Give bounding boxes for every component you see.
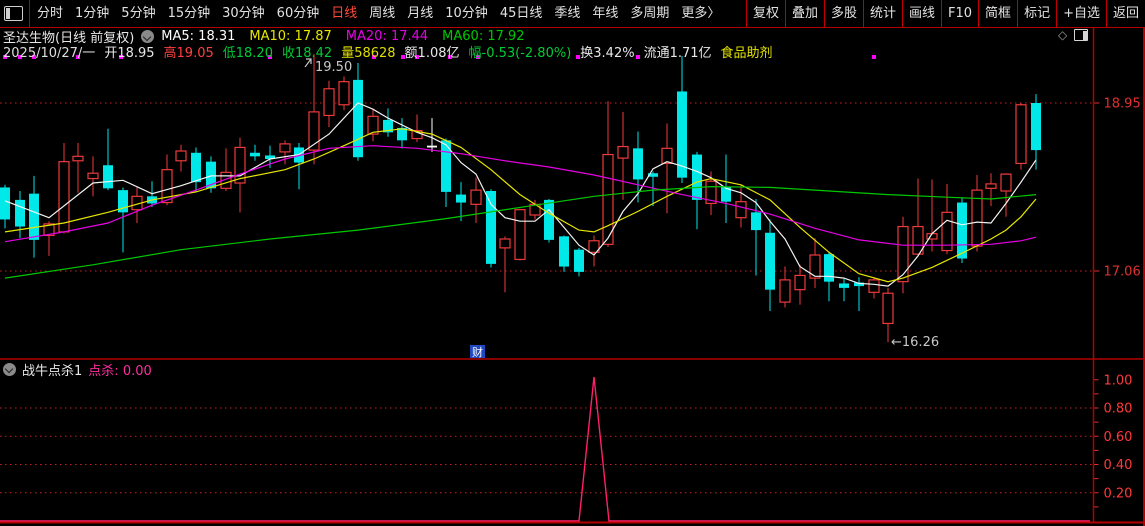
indicator-value-label: 点杀: 0.00 [88, 360, 151, 379]
indicator-name[interactable]: 战牛点杀1 [22, 360, 82, 379]
quote-high: 高19.05 [164, 42, 214, 61]
quote-amount: 额1.08亿 [405, 42, 460, 61]
period-tabs: 分时 1分钟 5分钟 15分钟 30分钟 60分钟日线周线月线 10分钟 45日线季线年线多周… [33, 0, 720, 27]
toolbar-button-1[interactable]: 复权 [746, 0, 785, 27]
industry-tag[interactable]: 食品助剂 [721, 42, 773, 61]
toolbar-button-4[interactable]: 统计 [863, 0, 902, 27]
quote-change: 幅-0.53(-2.80%) [469, 42, 572, 61]
quote-low: 低18.20 [223, 42, 273, 61]
toolbar-button-9[interactable]: +自选 [1056, 0, 1106, 27]
indicator-line [0, 377, 1090, 521]
svg-text:0.20: 0.20 [1104, 486, 1133, 501]
toolbar-button-6[interactable]: F10 [941, 0, 978, 27]
toolbar-divider [29, 0, 30, 27]
news-marker: 财 [470, 345, 485, 359]
chart-corner-icons: ◇ [1058, 29, 1088, 41]
quote-row: 2025/10/27/一 开18.95 高19.05 低18.20 收18.42 量58… [3, 44, 773, 58]
period-tab-7[interactable]: 日线 [331, 0, 357, 27]
low-annotation: ←16.26 [891, 335, 939, 350]
quote-float: 流通1.71亿 [644, 42, 712, 61]
quote-date: 2025/10/27/一 [3, 42, 95, 61]
svg-text:0.40: 0.40 [1104, 458, 1133, 473]
svg-text:←16.26: ←16.26 [891, 335, 939, 350]
toolbar-buttons: 复权叠加多股统计画线F10简框标记+自选返回 [746, 0, 1145, 27]
quote-volume: 量58628 [341, 42, 395, 61]
quote-values: 开18.95 高19.05 低18.20 收18.42 量58628 额1.08亿幅-0.… [104, 42, 711, 61]
period-tab-14[interactable]: 多周期 [630, 0, 669, 27]
svg-text:财: 财 [472, 345, 483, 359]
indicator-gridlines [0, 408, 1094, 493]
period-tab-15[interactable]: 更多〉 [681, 0, 720, 27]
period-tab-12[interactable]: 季线 [554, 0, 580, 27]
period-tab-6[interactable]: 60分钟 [277, 0, 320, 27]
toolbar-button-7[interactable]: 简框 [978, 0, 1017, 27]
quote-turnover: 换3.42% [580, 42, 634, 61]
indicator-title-row: 战牛点杀1 点杀: 0.00 [3, 362, 152, 376]
indicator-sub-chart[interactable]: 1.00 0.80 0.60 0.40 0.20 [0, 360, 1145, 526]
svg-text:0.80: 0.80 [1104, 402, 1133, 417]
main-price-chart[interactable]: 18.95 17.06 19.50 ←16.26 财 [0, 28, 1145, 360]
toolbar-left [0, 0, 33, 27]
quote-close: 收18.42 [282, 42, 332, 61]
period-tab-1[interactable]: 分时 [37, 0, 63, 27]
period-tab-11[interactable]: 45日线 [500, 0, 543, 27]
svg-text:0.60: 0.60 [1104, 430, 1133, 445]
toolbar-button-3[interactable]: 多股 [824, 0, 863, 27]
period-tab-8[interactable]: 周线 [369, 0, 395, 27]
svg-text:19.50: 19.50 [315, 60, 352, 75]
period-tab-5[interactable]: 30分钟 [222, 0, 265, 27]
toolbar-button-2[interactable]: 叠加 [785, 0, 824, 27]
toolbar-button-10[interactable]: 返回 [1106, 0, 1145, 27]
indicator-axis: 1.00 0.80 0.60 0.40 0.20 [1094, 373, 1133, 507]
layout-grid-icon[interactable] [4, 6, 23, 21]
svg-text:18.95: 18.95 [1104, 97, 1141, 112]
svg-text:1.00: 1.00 [1104, 373, 1133, 388]
candlestick-series [0, 54, 1041, 342]
split-window-icon[interactable] [1074, 29, 1088, 41]
toolbar-button-5[interactable]: 画线 [902, 0, 941, 27]
period-tab-10[interactable]: 10分钟 [445, 0, 488, 27]
period-tab-9[interactable]: 月线 [407, 0, 433, 27]
high-annotation: 19.50 [305, 59, 352, 75]
period-tab-4[interactable]: 15分钟 [168, 0, 211, 27]
diamond-icon[interactable]: ◇ [1058, 29, 1067, 41]
collapse-chevron-icon[interactable] [3, 363, 16, 376]
toolbar-button-8[interactable]: 标记 [1017, 0, 1056, 27]
trading-terminal: 分时 1分钟 5分钟 15分钟 30分钟 60分钟日线周线月线 10分钟 45日线季线年线多周… [0, 0, 1145, 526]
period-tab-3[interactable]: 5分钟 [121, 0, 155, 27]
quote-open: 开18.95 [104, 42, 154, 61]
period-tab-2[interactable]: 1分钟 [75, 0, 109, 27]
top-toolbar: 分时 1分钟 5分钟 15分钟 30分钟 60分钟日线周线月线 10分钟 45日线季线年线多周… [0, 0, 1145, 28]
period-tab-13[interactable]: 年线 [592, 0, 618, 27]
svg-text:17.06: 17.06 [1104, 265, 1141, 280]
